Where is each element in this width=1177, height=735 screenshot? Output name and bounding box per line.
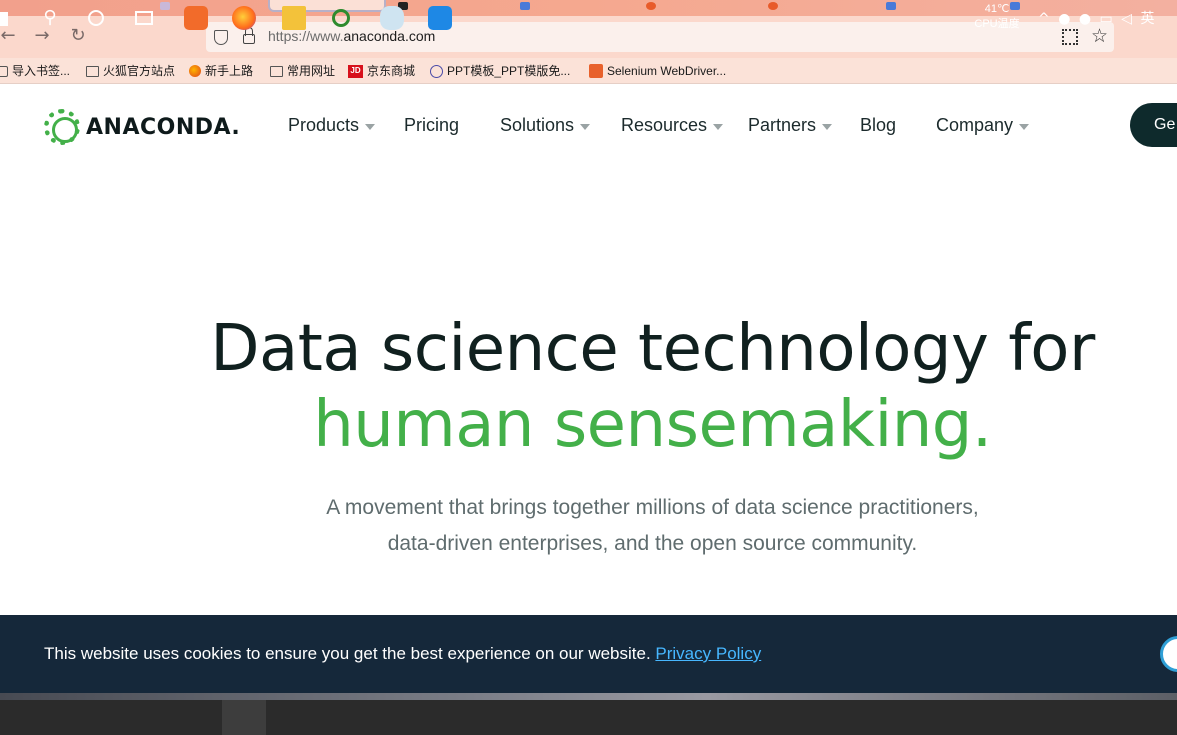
nav-label: Blog: [860, 115, 897, 135]
task-view-icon[interactable]: [135, 11, 153, 25]
reload-icon[interactable]: ↻: [66, 24, 90, 48]
site-header: ANACONDA. Products Pricing Solutions Res…: [0, 85, 1177, 167]
nav-label: Pricing: [404, 115, 460, 135]
hero-subtitle-line2: data-driven enterprises, and the open so…: [387, 532, 918, 555]
system-tray: ^ ● ● ▭ ◁ 英: [1038, 8, 1156, 28]
logo-text: ANACONDA.: [86, 114, 241, 140]
qr-code-icon[interactable]: [1062, 29, 1078, 45]
bookmark-label: 常用网址: [287, 64, 336, 78]
desktop-wallpaper-strip: [0, 693, 1177, 700]
globe-icon: [430, 64, 443, 78]
anaconda-ring-icon: [44, 109, 80, 145]
nav-partners[interactable]: Partners: [748, 115, 833, 136]
bookmark-common-sites[interactable]: 常用网址: [270, 62, 335, 80]
phone-app-icon[interactable]: [428, 6, 452, 30]
temperature-label: CPU温度: [974, 18, 1020, 30]
nav-resources[interactable]: Resources: [621, 115, 724, 136]
tab-favicon-icon[interactable]: [520, 2, 530, 10]
volume-icon[interactable]: ◁: [1121, 11, 1134, 27]
nav-pricing[interactable]: Pricing: [404, 115, 459, 136]
shield-icon[interactable]: [214, 30, 228, 45]
bookmark-getting-started[interactable]: 新手上路: [189, 62, 253, 80]
chevron-down-icon: [1019, 124, 1030, 130]
nav-blog[interactable]: Blog: [860, 115, 896, 136]
hero-subtitle-line1: A movement that brings together millions…: [326, 496, 979, 519]
taskbar: [0, 700, 1177, 735]
tab-favicon-icon[interactable]: [768, 2, 778, 10]
lock-icon[interactable]: [243, 27, 255, 44]
search-icon[interactable]: ⚲: [38, 6, 62, 30]
url-domain: anaconda.com: [343, 28, 436, 44]
bookmark-firefox-official[interactable]: 火狐官方站点: [86, 62, 175, 80]
nav-company[interactable]: Company: [936, 115, 1030, 136]
import-icon: [0, 65, 8, 77]
tab-favicon-icon[interactable]: [886, 2, 896, 10]
chevron-down-icon: [822, 124, 833, 130]
bookmarks-bar: 导入书签... 火狐官方站点 新手上路 常用网址 JD 京东商城 PPT模板_PP…: [0, 58, 1177, 84]
bookmark-ppt[interactable]: PPT模板_PPT模版免...: [430, 62, 570, 80]
nav-label: Resources: [621, 115, 708, 135]
nav-label: Partners: [748, 115, 817, 135]
folder-icon: [270, 65, 283, 77]
nav-solutions[interactable]: Solutions: [500, 115, 591, 136]
windows-start-icon[interactable]: [0, 12, 8, 26]
anaconda-taskbar-icon[interactable]: [332, 9, 350, 27]
chevron-up-icon[interactable]: ^: [1038, 11, 1052, 27]
nav-products[interactable]: Products: [288, 115, 376, 136]
input-language[interactable]: 英: [1140, 11, 1156, 27]
back-arrow-icon[interactable]: ←: [0, 24, 20, 48]
cookie-banner: This website uses cookies to ensure you …: [0, 615, 1177, 693]
microphone-icon[interactable]: ●: [1058, 11, 1072, 27]
chevron-down-icon: [580, 124, 591, 130]
bookmark-star-icon[interactable]: ☆: [1091, 25, 1108, 47]
get-started-button[interactable]: Ge: [1130, 103, 1177, 147]
firefox-icon[interactable]: [232, 6, 256, 30]
firefox-icon: [189, 65, 201, 77]
chevron-down-icon: [713, 124, 724, 130]
bookmark-label: 京东商城: [367, 64, 416, 78]
bookmark-label: 导入书签...: [12, 64, 71, 78]
cookie-accept-button[interactable]: [1160, 636, 1177, 672]
temperature-value: 41℃: [984, 3, 1010, 15]
hero-headline-line2: human sensemaking.: [313, 388, 992, 462]
nav-label: Solutions: [500, 115, 575, 135]
jian-icon: [589, 64, 603, 78]
cortana-icon[interactable]: [88, 10, 104, 26]
app-icon[interactable]: [380, 6, 404, 30]
browser-app-icon[interactable]: [184, 6, 208, 30]
bookmark-label: PPT模板_PPT模版免...: [447, 64, 571, 78]
bookmark-selenium[interactable]: Selenium WebDriver...: [589, 62, 726, 80]
bookmark-import[interactable]: 导入书签...: [0, 62, 70, 80]
screen: ← → ↻ https://www.anaconda.com ☆ 导入书签...…: [0, 0, 1177, 735]
hero-subtitle: A movement that brings together millions…: [0, 490, 1177, 562]
bookmark-label: 火狐官方站点: [103, 64, 176, 78]
chevron-down-icon: [365, 124, 376, 130]
qq-icon[interactable]: ●: [1079, 11, 1093, 27]
taskbar-active-highlight: [222, 700, 266, 735]
bookmark-label: Selenium WebDriver...: [607, 64, 727, 78]
url-prefix: https://www.: [268, 28, 344, 44]
cpu-temperature[interactable]: 41℃ CPU温度: [972, 2, 1022, 32]
folder-icon: [86, 65, 99, 77]
bookmark-jd[interactable]: JD 京东商城: [348, 62, 415, 80]
url-text[interactable]: https://www.anaconda.com: [268, 28, 435, 44]
tab-favicon-icon[interactable]: [646, 2, 656, 10]
anaconda-logo[interactable]: ANACONDA.: [44, 109, 240, 145]
nav-label: Company: [936, 115, 1014, 135]
privacy-policy-link[interactable]: Privacy Policy: [655, 644, 761, 663]
jd-icon: JD: [348, 64, 363, 78]
bookmark-label: 新手上路: [205, 64, 254, 78]
battery-icon[interactable]: ▭: [1100, 11, 1115, 27]
tab-favicon-icon[interactable]: [160, 2, 170, 10]
hero-headline-line1: Data science technology for: [210, 312, 1095, 386]
file-explorer-icon[interactable]: [282, 6, 306, 30]
cookie-message: This website uses cookies to ensure you …: [44, 644, 761, 664]
nav-label: Products: [288, 115, 360, 135]
cookie-text: This website uses cookies to ensure you …: [44, 644, 656, 663]
